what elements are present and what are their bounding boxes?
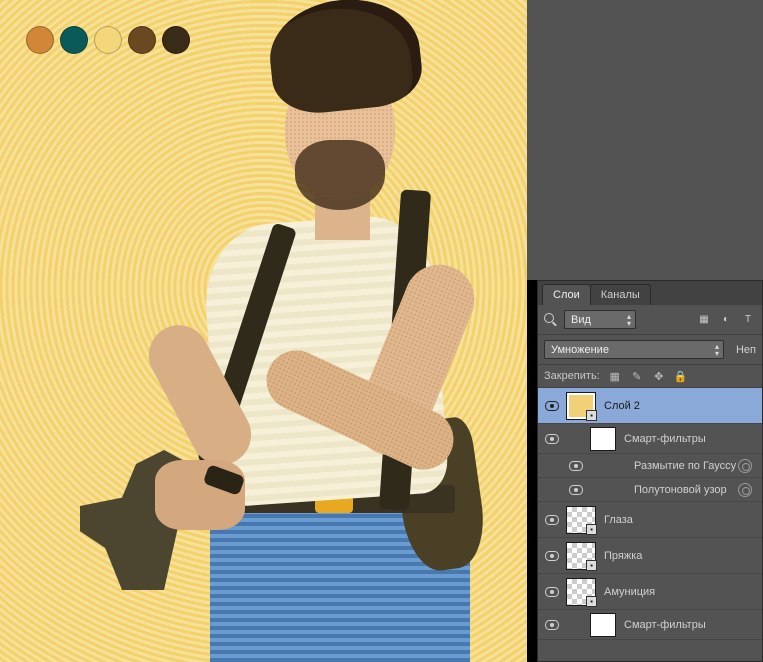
lock-pixels-icon[interactable]: ✎ bbox=[630, 369, 644, 383]
layers-list: ▪ Слой 2 Смарт-фильтры Размытие по Гауссу По… bbox=[538, 388, 762, 661]
layer-row-buckle[interactable]: ▪ Пряжка bbox=[538, 538, 762, 574]
layers-panel: Слои Каналы Вид ▴▾ ▦ ◐ T Умножение ▴▾ Не… bbox=[537, 280, 763, 662]
layer-name: Амуниция bbox=[604, 586, 655, 598]
smart-object-badge-icon: ▪ bbox=[586, 410, 597, 421]
blend-mode-select[interactable]: Умножение ▴▾ bbox=[544, 340, 724, 359]
canvas-area[interactable] bbox=[0, 0, 527, 662]
visibility-toggle[interactable] bbox=[545, 434, 559, 444]
smart-object-badge-icon: ▪ bbox=[586, 560, 597, 571]
layer-row-gauss[interactable]: Размытие по Гауссу bbox=[538, 454, 762, 478]
workspace-gutter bbox=[527, 0, 763, 280]
tab-layers[interactable]: Слои bbox=[542, 284, 591, 305]
filter-settings-icon[interactable] bbox=[738, 459, 752, 473]
layer-thumbnail: ▪ bbox=[566, 392, 596, 420]
lock-transparency-icon[interactable]: ▦ bbox=[608, 369, 622, 383]
lock-all-icon[interactable]: 🔒 bbox=[674, 369, 688, 383]
layer-row-ammo[interactable]: ▪ Амуниция bbox=[538, 574, 762, 610]
layer-filter-row: Вид ▴▾ ▦ ◐ T bbox=[538, 305, 762, 335]
layer-thumbnail: ▪ bbox=[566, 506, 596, 534]
layer-name: Полутоновой узор bbox=[634, 484, 727, 496]
visibility-toggle[interactable] bbox=[545, 587, 559, 597]
opacity-label: Неп bbox=[736, 344, 756, 356]
filter-type-icon[interactable]: T bbox=[740, 312, 756, 328]
visibility-toggle[interactable] bbox=[545, 401, 559, 411]
chevron-updown-icon: ▴▾ bbox=[627, 313, 631, 327]
layer-row-halftone[interactable]: Полутоновой узор bbox=[538, 478, 762, 502]
layer-name: Смарт-фильтры bbox=[624, 433, 706, 445]
layer-filter-select[interactable]: Вид ▴▾ bbox=[564, 310, 636, 329]
layer-name: Размытие по Гауссу bbox=[634, 460, 736, 472]
filter-settings-icon[interactable] bbox=[738, 483, 752, 497]
search-icon bbox=[544, 313, 558, 327]
layer-name: Пряжка bbox=[604, 550, 642, 562]
panel-tabbar: Слои Каналы bbox=[538, 281, 762, 305]
visibility-toggle[interactable] bbox=[545, 551, 559, 561]
blend-mode-value: Умножение bbox=[551, 344, 609, 356]
layer-thumbnail: ▪ bbox=[566, 542, 596, 570]
layer-row-sf2[interactable]: Смарт-фильтры bbox=[538, 610, 762, 640]
visibility-toggle[interactable] bbox=[569, 461, 583, 471]
chevron-updown-icon: ▴▾ bbox=[715, 343, 719, 357]
layer-row-sf1[interactable]: Смарт-фильтры bbox=[538, 424, 762, 454]
visibility-toggle[interactable] bbox=[545, 515, 559, 525]
blend-row: Умножение ▴▾ Неп bbox=[538, 335, 762, 365]
filter-image-icon[interactable]: ▦ bbox=[696, 312, 712, 328]
lock-position-icon[interactable]: ✥ bbox=[652, 369, 666, 383]
tab-channels[interactable]: Каналы bbox=[590, 284, 651, 305]
visibility-toggle[interactable] bbox=[569, 485, 583, 495]
smart-object-badge-icon: ▪ bbox=[586, 596, 597, 607]
lock-label: Закрепить: bbox=[544, 370, 600, 382]
layer-filter-value: Вид bbox=[571, 314, 591, 326]
layer-thumbnail bbox=[590, 613, 616, 637]
artwork-figure bbox=[60, 0, 520, 662]
layer-name: Глаза bbox=[604, 514, 633, 526]
lock-row: Закрепить: ▦ ✎ ✥ 🔒 bbox=[538, 365, 762, 388]
layer-name: Смарт-фильтры bbox=[624, 619, 706, 631]
palette-swatch-0 bbox=[26, 26, 54, 54]
filter-adjust-icon[interactable]: ◐ bbox=[718, 312, 734, 328]
smart-object-badge-icon: ▪ bbox=[586, 524, 597, 535]
layer-row-layer2[interactable]: ▪ Слой 2 bbox=[538, 388, 762, 424]
layer-thumbnail bbox=[590, 427, 616, 451]
layer-name: Слой 2 bbox=[604, 400, 640, 412]
layer-row-eyes[interactable]: ▪ Глаза bbox=[538, 502, 762, 538]
visibility-toggle[interactable] bbox=[545, 620, 559, 630]
layer-thumbnail: ▪ bbox=[566, 578, 596, 606]
